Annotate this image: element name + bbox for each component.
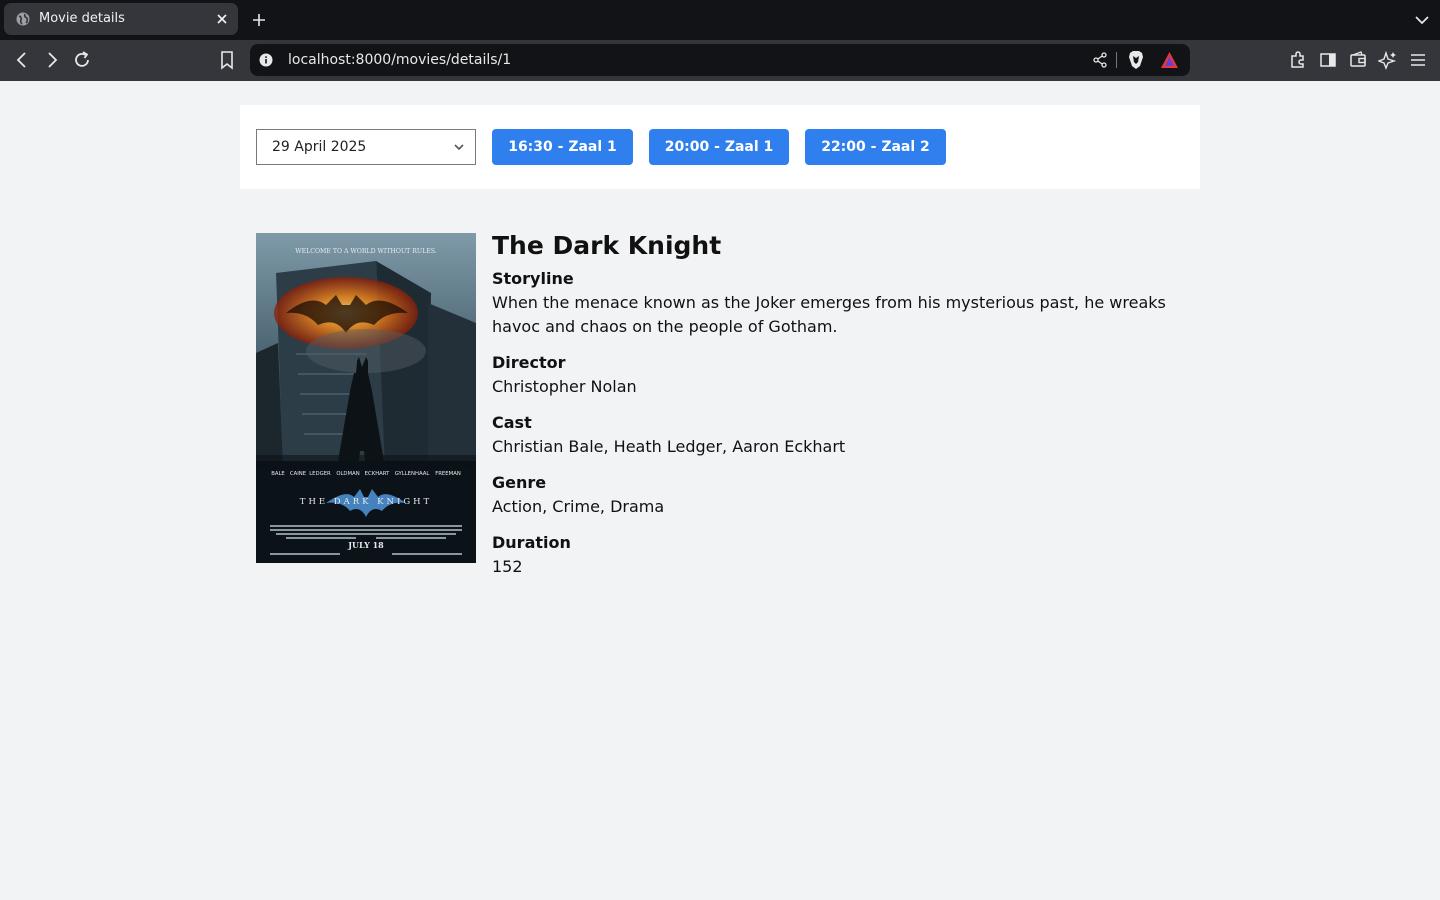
cast-value: Christian Bale, Heath Ledger, Aaron Eckh… [492,437,846,456]
browser-tab[interactable]: Movie details [4,3,238,35]
poster-logo-text: THE DARK KNIGHT [300,497,432,507]
page-content: 29 April 2025 16:30 - Zaal 1 20:00 - Zaa… [0,81,1440,900]
movie-title: The Dark Knight [492,231,722,260]
genre-section: Genre Action, Crime, Drama [492,471,1192,519]
date-select[interactable]: 29 April 2025 [256,129,476,165]
genre-value: Action, Crime, Drama [492,497,665,516]
plus-icon[interactable] [250,11,268,29]
storyline-label: Storyline [492,269,574,288]
duration-value: 152 [492,557,523,576]
director-value: Christopher Nolan [492,377,637,396]
sidebar-icon[interactable] [1318,50,1338,70]
director-label: Director [492,353,566,372]
chevron-down-icon [454,144,464,151]
schedule-bar: 29 April 2025 16:30 - Zaal 1 20:00 - Zaa… [240,105,1200,189]
ai-sparkle-icon[interactable] [1378,50,1398,70]
poster-credit: ECKHART [365,471,390,477]
back-arrow-icon[interactable] [11,49,33,71]
poster-credit: FREEMAN [435,471,461,477]
storyline-text: When the menace known as the Joker emerg… [492,293,1166,336]
chevron-down-icon[interactable] [1413,12,1431,28]
extensions-icon[interactable] [1288,50,1308,70]
address-bar[interactable]: localhost:8000/movies/details/1 [250,44,1190,76]
showtime-button[interactable]: 20:00 - Zaal 1 [649,129,789,165]
poster-credit: CAINE [290,471,307,477]
poster-credit: OLDMAN [336,471,359,477]
storyline-section: Storyline When the menace known as the J… [492,267,1192,339]
hamburger-menu-icon[interactable] [1408,50,1428,70]
director-section: Director Christopher Nolan [492,351,1192,399]
genre-label: Genre [492,473,547,492]
cast-label: Cast [492,413,532,432]
wallet-icon[interactable] [1348,50,1368,70]
showtime-button[interactable]: 16:30 - Zaal 1 [492,129,633,165]
info-icon[interactable] [259,53,273,67]
movie-poster: WELCOME TO A WORLD WITHOUT RULES. BALE C… [256,233,476,563]
forward-arrow-icon[interactable] [41,49,63,71]
poster-tagline: WELCOME TO A WORLD WITHOUT RULES. [295,248,437,255]
cast-section: Cast Christian Bale, Heath Ledger, Aaron… [492,411,1192,459]
showtime-button[interactable]: 22:00 - Zaal 2 [805,129,946,165]
globe-icon [16,12,30,26]
brave-shield-icon[interactable] [1127,50,1145,70]
url-text[interactable]: localhost:8000/movies/details/1 [288,44,511,76]
tab-title: Movie details [39,11,125,26]
poster-release-date: JULY 18 [347,540,384,550]
share-icon[interactable] [1092,52,1108,68]
rewards-triangle-icon[interactable] [1160,51,1179,69]
poster-credit: LEDGER [309,471,331,477]
selected-date: 29 April 2025 [272,139,367,155]
duration-label: Duration [492,533,571,552]
tab-strip: Movie details [0,0,1440,40]
poster-credit: GYLLENHAAL [395,471,430,477]
duration-section: Duration 152 [492,531,1192,579]
reload-icon[interactable] [71,49,93,71]
poster-credit: BALE [271,471,285,477]
browser-toolbar: localhost:8000/movies/details/1 [0,40,1440,81]
close-icon[interactable] [214,11,230,27]
movie-details: The Dark Knight Storyline When the menac… [492,229,1192,591]
bookmark-icon[interactable] [218,50,236,70]
divider [1116,52,1117,68]
